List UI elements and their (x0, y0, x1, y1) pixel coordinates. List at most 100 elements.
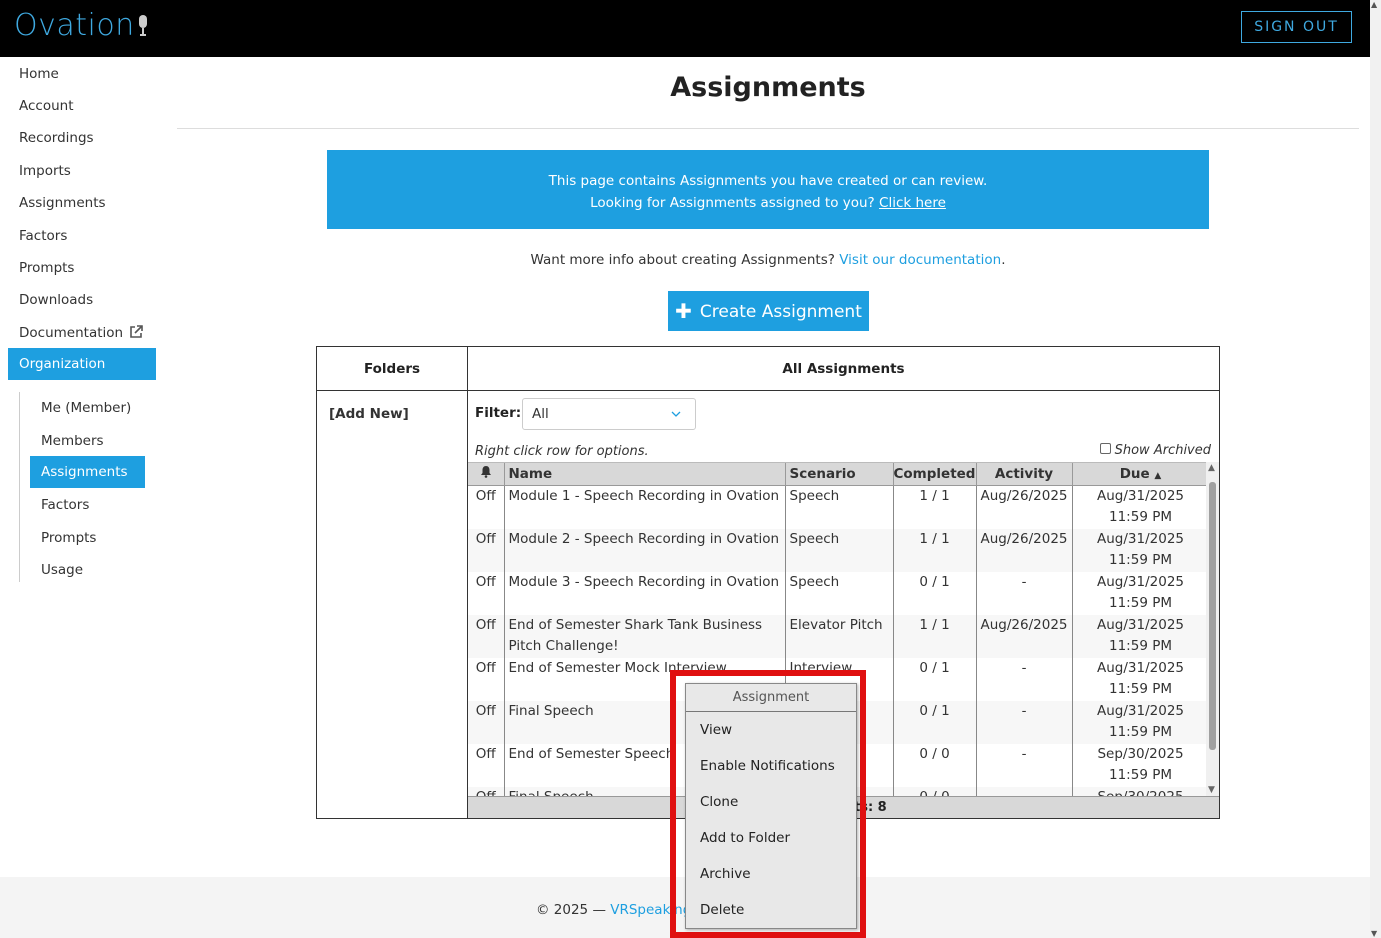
create-assignment-button[interactable]: ✚ Create Assignment (668, 291, 869, 331)
banner-line-2: Looking for Assignments assigned to you?… (327, 192, 1209, 214)
table-row[interactable]: Off Module 3 - Speech Recording in Ovati… (468, 571, 1210, 615)
due-cell: Aug/31/2025 11:59 PM (1072, 571, 1210, 615)
ovation-logo[interactable]: Ovation (14, 8, 149, 43)
sign-out-button[interactable]: SIGN OUT (1241, 11, 1352, 43)
title-divider (177, 128, 1359, 129)
activity-cell (976, 786, 1073, 796)
menu-item-clone[interactable]: Clone (700, 794, 738, 810)
bell-icon (480, 466, 491, 479)
activity-cell: - (976, 743, 1073, 787)
scenario-column-header[interactable]: Scenario (785, 463, 894, 486)
completed-cell: 0 / 0 (893, 786, 977, 796)
grid-scroll-down-icon[interactable]: ▼ (1208, 785, 1215, 795)
page-scrollbar[interactable]: ▲ ▼ (1370, 0, 1381, 938)
activity-cell: - (976, 571, 1073, 615)
sidebar-item-assignments[interactable]: Assignments (8, 187, 156, 219)
sidebar-item-imports[interactable]: Imports (8, 155, 156, 187)
table-row[interactable]: Off Module 1 - Speech Recording in Ovati… (468, 485, 1210, 529)
scenario-cell: Elevator Pitch (785, 614, 894, 658)
notif-cell: Off (468, 657, 505, 701)
menu-item-view[interactable]: View (700, 722, 732, 738)
sidebar-item-documentation[interactable]: Documentation (8, 317, 156, 349)
sidebar-item-downloads[interactable]: Downloads (8, 284, 156, 316)
menu-item-enable-notifications[interactable]: Enable Notifications (700, 758, 835, 774)
due-cell: Sep/30/2025 11:59 PM (1072, 786, 1210, 796)
folders-pane: [Add New] (317, 391, 468, 818)
due-cell: Aug/31/2025 11:59 PM (1072, 657, 1210, 701)
docinfo-period: . (1001, 252, 1006, 268)
activity-column-header[interactable]: Activity (976, 463, 1073, 486)
grid-scroll-up-icon[interactable]: ▲ (1208, 463, 1215, 473)
subnav-item-me[interactable]: Me (Member) (30, 392, 145, 424)
completed-column-header[interactable]: Completed (893, 463, 977, 486)
due-column-header[interactable]: Due ▲ (1072, 463, 1210, 486)
sidebar-item-label: Documentation (19, 325, 124, 341)
folders-header: Folders (317, 347, 468, 391)
subnav-item-prompts[interactable]: Prompts (30, 522, 145, 554)
subnav-item-factors[interactable]: Factors (30, 489, 145, 521)
notif-cell: Off (468, 743, 505, 787)
sidebar-item-prompts[interactable]: Prompts (8, 252, 156, 284)
documentation-link[interactable]: Visit our documentation (839, 252, 1001, 268)
plus-icon: ✚ (675, 299, 692, 323)
info-banner: This page contains Assignments you have … (327, 150, 1209, 229)
external-link-icon (130, 325, 143, 338)
notif-cell: Off (468, 528, 505, 572)
sidebar-item-recordings[interactable]: Recordings (8, 122, 156, 154)
name-cell: Module 2 - Speech Recording in Ovation (504, 528, 786, 572)
show-archived-checkbox[interactable] (1099, 443, 1111, 454)
sidebar-item-home[interactable]: Home (8, 58, 156, 90)
notif-cell: Off (468, 700, 505, 744)
sidebar-item-account[interactable]: Account (8, 90, 156, 122)
due-cell: Aug/31/2025 11:59 PM (1072, 614, 1210, 658)
subnav-item-usage[interactable]: Usage (30, 554, 145, 586)
name-cell: Module 1 - Speech Recording in Ovation (504, 485, 786, 529)
footer-text: © 2025 — VRSpeaking (536, 902, 691, 918)
grid-scrollbar[interactable]: ▲ ▼ (1206, 462, 1219, 796)
copyright-text: © 2025 — (536, 902, 606, 918)
subnav-item-members[interactable]: Members (30, 425, 145, 457)
menu-item-archive[interactable]: Archive (700, 866, 751, 882)
menu-item-delete[interactable]: Delete (700, 902, 744, 918)
page-title: Assignments (670, 72, 866, 103)
scroll-up-icon[interactable]: ▲ (1371, 0, 1377, 9)
notif-cell: Off (468, 614, 505, 658)
notifications-column-header[interactable] (468, 463, 505, 486)
sidebar-item-organization[interactable]: Organization (8, 348, 156, 380)
notif-cell: Off (468, 571, 505, 615)
scenario-cell: Speech (785, 485, 894, 529)
due-cell: Aug/31/2025 11:59 PM (1072, 485, 1210, 529)
subnav-item-assignments[interactable]: Assignments (30, 456, 145, 488)
table-row[interactable]: Off Module 2 - Speech Recording in Ovati… (468, 528, 1210, 572)
context-menu-title: Assignment (686, 684, 856, 712)
logo-text: Ovation (14, 8, 135, 43)
show-archived-toggle[interactable]: Show Archived (1099, 443, 1211, 458)
completed-cell: 1 / 1 (893, 485, 977, 529)
due-cell: Aug/31/2025 11:59 PM (1072, 700, 1210, 744)
name-cell: End of Semester Shark Tank Business Pitc… (504, 614, 786, 658)
name-cell: Module 3 - Speech Recording in Ovation (504, 571, 786, 615)
activity-cell: Aug/26/2025 (976, 614, 1073, 658)
click-here-link[interactable]: Click here (879, 195, 946, 211)
scenario-cell: Speech (785, 528, 894, 572)
table-row[interactable]: Off End of Semester Shark Tank Business … (468, 614, 1210, 658)
context-menu: Assignment View Enable Notifications Clo… (685, 683, 857, 929)
banner-line-1: This page contains Assignments you have … (548, 173, 988, 189)
right-click-hint: Right click row for options. (475, 444, 649, 459)
scroll-down-icon[interactable]: ▼ (1371, 929, 1377, 938)
add-folder-link[interactable]: [Add New] (329, 406, 409, 422)
completed-cell: 1 / 1 (893, 614, 977, 658)
create-assignment-label: Create Assignment (699, 302, 862, 322)
activity-cell: Aug/26/2025 (976, 485, 1073, 529)
menu-item-add-to-folder[interactable]: Add to Folder (700, 830, 790, 846)
completed-cell: 0 / 1 (893, 571, 977, 615)
grid-scroll-thumb[interactable] (1209, 482, 1216, 750)
due-cell: Sep/30/2025 11:59 PM (1072, 743, 1210, 787)
name-column-header[interactable]: Name (504, 463, 786, 486)
microphone-icon (138, 15, 147, 36)
show-archived-label: Show Archived (1114, 443, 1211, 458)
filter-value: All (532, 406, 549, 422)
sidebar-item-factors[interactable]: Factors (8, 220, 156, 252)
notif-cell: Off (468, 786, 505, 796)
filter-select[interactable]: All (522, 398, 696, 430)
